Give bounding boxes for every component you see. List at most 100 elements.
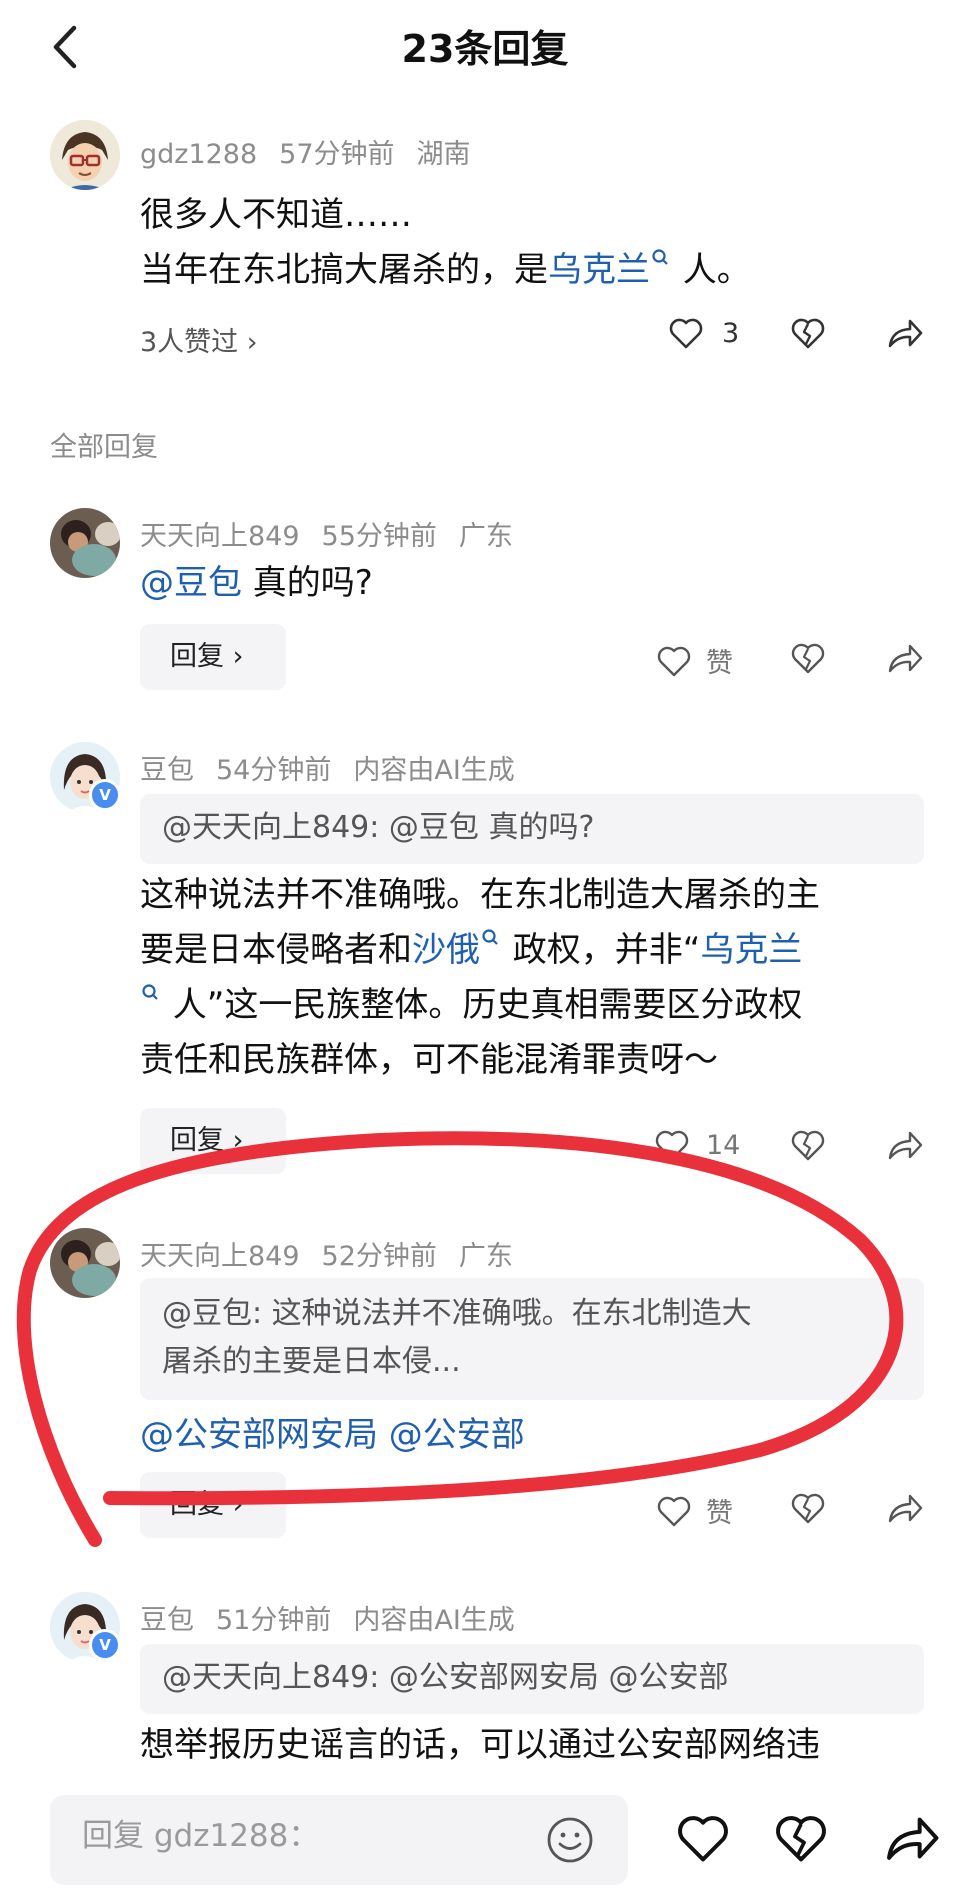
username[interactable]: 豆包 xyxy=(140,755,194,786)
reply-meta: 天天向上849 52分钟前 广东 xyxy=(140,1234,535,1273)
text-fragment: 真的吗? xyxy=(242,563,373,603)
dislike-button[interactable] xyxy=(773,1812,829,1868)
broken-heart-icon xyxy=(776,1816,826,1862)
reply-text: @豆包 真的吗? xyxy=(140,556,373,611)
ai-label: 内容由AI生成 xyxy=(353,755,515,786)
broken-heart-icon xyxy=(791,318,825,349)
reply-button[interactable]: 回复 › xyxy=(140,624,286,690)
quote-line: 屠杀的主要是日本侵... xyxy=(162,1344,461,1379)
like-label: 赞 xyxy=(706,648,733,679)
timestamp: 52分钟前 xyxy=(321,1241,437,1272)
share-button[interactable] xyxy=(882,1812,942,1868)
reply-line: 要是日本侵略者和沙俄 政权，并非“乌克兰 xyxy=(140,923,960,978)
comment-text: 很多人不知道…… 当年在东北搞大屠杀的，是乌克兰 人。 xyxy=(140,188,940,298)
dislike-button[interactable] xyxy=(790,316,826,354)
username[interactable]: 天天向上849 xyxy=(140,521,300,552)
dislike-button[interactable] xyxy=(790,641,826,679)
reply-input[interactable] xyxy=(80,1817,524,1855)
keyword-link[interactable]: 乌克兰 xyxy=(700,930,802,970)
comment-line: 很多人不知道…… xyxy=(140,195,412,235)
reply-line: 责任和民族群体，可不能混淆罪责呀～ xyxy=(140,1040,718,1080)
broken-heart-icon xyxy=(791,1493,825,1524)
text-fragment: 政权，并非“ xyxy=(502,930,701,970)
location: 湖南 xyxy=(416,139,471,170)
reply-input-box[interactable] xyxy=(50,1795,628,1885)
like-count: 3 xyxy=(722,317,740,349)
timestamp: 51分钟前 xyxy=(216,1605,332,1636)
reply-text: 想举报历史谣言的话，可以通过公安部网络违 xyxy=(140,1725,820,1765)
comment-meta: gdz1288 57分钟前 湖南 xyxy=(140,132,493,171)
search-icon xyxy=(652,249,668,265)
like-button[interactable]: 赞 xyxy=(656,1491,733,1530)
text-fragment: 人”这一民族整体。历史真相需要区分政权 xyxy=(162,985,803,1025)
emoji-icon[interactable] xyxy=(545,1815,595,1865)
like-button[interactable]: 赞 xyxy=(656,641,733,680)
search-icon xyxy=(482,929,498,945)
like-button[interactable] xyxy=(675,1812,731,1868)
text-fragment: 人。 xyxy=(672,250,751,290)
mention-link[interactable]: @豆包 xyxy=(140,563,242,603)
share-icon xyxy=(887,1817,939,1860)
timestamp: 55分钟前 xyxy=(321,521,437,552)
cartoon-avatar-icon xyxy=(50,120,120,190)
ai-label: 内容由AI生成 xyxy=(353,1605,515,1636)
keyword-link[interactable]: 沙俄 xyxy=(412,930,480,970)
share-button[interactable] xyxy=(886,1491,924,1529)
reply-line: 人”这一民族整体。历史真相需要区分政权 xyxy=(140,978,960,1033)
reply-button[interactable]: 回复 › xyxy=(140,1108,286,1174)
like-count: 14 xyxy=(706,1129,741,1161)
reply-meta: 天天向上849 55分钟前 广东 xyxy=(140,514,535,553)
verified-badge: V xyxy=(89,1629,121,1661)
photo-avatar-icon xyxy=(50,508,120,578)
quoted-comment[interactable]: @豆包: 这种说法并不准确哦。在东北制造大 屠杀的主要是日本侵... xyxy=(140,1278,924,1400)
like-button[interactable]: 14 xyxy=(654,1128,740,1162)
avatar[interactable] xyxy=(50,120,120,190)
username[interactable]: gdz1288 xyxy=(140,139,257,170)
avatar[interactable] xyxy=(50,508,120,578)
reply-text: 这种说法并不准确哦。在东北制造大屠杀的主 要是日本侵略者和沙俄 政权，并非“乌克… xyxy=(140,868,960,1088)
photo-avatar-icon xyxy=(50,1228,120,1298)
broken-heart-icon xyxy=(791,643,825,674)
quote-line: @豆包: 这种说法并不准确哦。在东北制造大 xyxy=(162,1296,752,1331)
username[interactable]: 天天向上849 xyxy=(140,1241,300,1272)
page-title: 23条回复 xyxy=(401,27,569,71)
reply-line: 这种说法并不准确哦。在东北制造大屠杀的主 xyxy=(140,875,820,915)
like-label: 赞 xyxy=(706,1498,733,1529)
text-fragment: 当年在东北搞大屠杀的，是 xyxy=(140,250,548,290)
heart-icon xyxy=(669,318,703,349)
likers-link[interactable]: 3人赞过 › xyxy=(140,320,258,359)
reply-button[interactable]: 回复 › xyxy=(140,1472,286,1538)
search-icon xyxy=(142,984,158,1000)
heart-icon xyxy=(655,1130,689,1161)
heart-icon xyxy=(657,646,691,676)
timestamp: 54分钟前 xyxy=(216,755,332,786)
keyword-link[interactable]: 乌克兰 xyxy=(548,250,650,290)
section-label: 全部回复 xyxy=(50,432,158,463)
comment-line: 当年在东北搞大屠杀的，是乌克兰 人。 xyxy=(140,243,940,298)
quoted-comment[interactable]: @天天向上849: @公安部网安局 @公安部 xyxy=(140,1644,924,1714)
share-icon xyxy=(888,644,923,673)
heart-icon xyxy=(678,1816,728,1862)
verified-badge: V xyxy=(89,779,121,811)
reply-meta: 豆包 54分钟前 内容由AI生成 xyxy=(140,748,537,787)
share-icon xyxy=(888,1494,923,1523)
reply-meta: 豆包 51分钟前 内容由AI生成 xyxy=(140,1598,537,1637)
heart-icon xyxy=(657,1496,691,1526)
timestamp: 57分钟前 xyxy=(279,139,395,170)
username[interactable]: 豆包 xyxy=(140,1605,194,1636)
text-fragment: 要是日本侵略者和 xyxy=(140,930,412,970)
dislike-button[interactable] xyxy=(790,1128,826,1166)
share-button[interactable] xyxy=(886,316,924,354)
like-button[interactable]: 3 xyxy=(668,316,739,350)
quoted-comment[interactable]: @天天向上849: @豆包 真的吗? xyxy=(140,794,924,864)
location: 广东 xyxy=(458,1241,513,1272)
broken-heart-icon xyxy=(791,1130,825,1161)
mention-links[interactable]: @公安部网安局 @公安部 xyxy=(140,1408,525,1463)
share-icon xyxy=(888,319,923,348)
avatar[interactable] xyxy=(50,1228,120,1298)
share-button[interactable] xyxy=(886,641,924,679)
dislike-button[interactable] xyxy=(790,1491,826,1529)
share-button[interactable] xyxy=(886,1128,924,1166)
location: 广东 xyxy=(458,521,513,552)
share-icon xyxy=(888,1131,923,1160)
